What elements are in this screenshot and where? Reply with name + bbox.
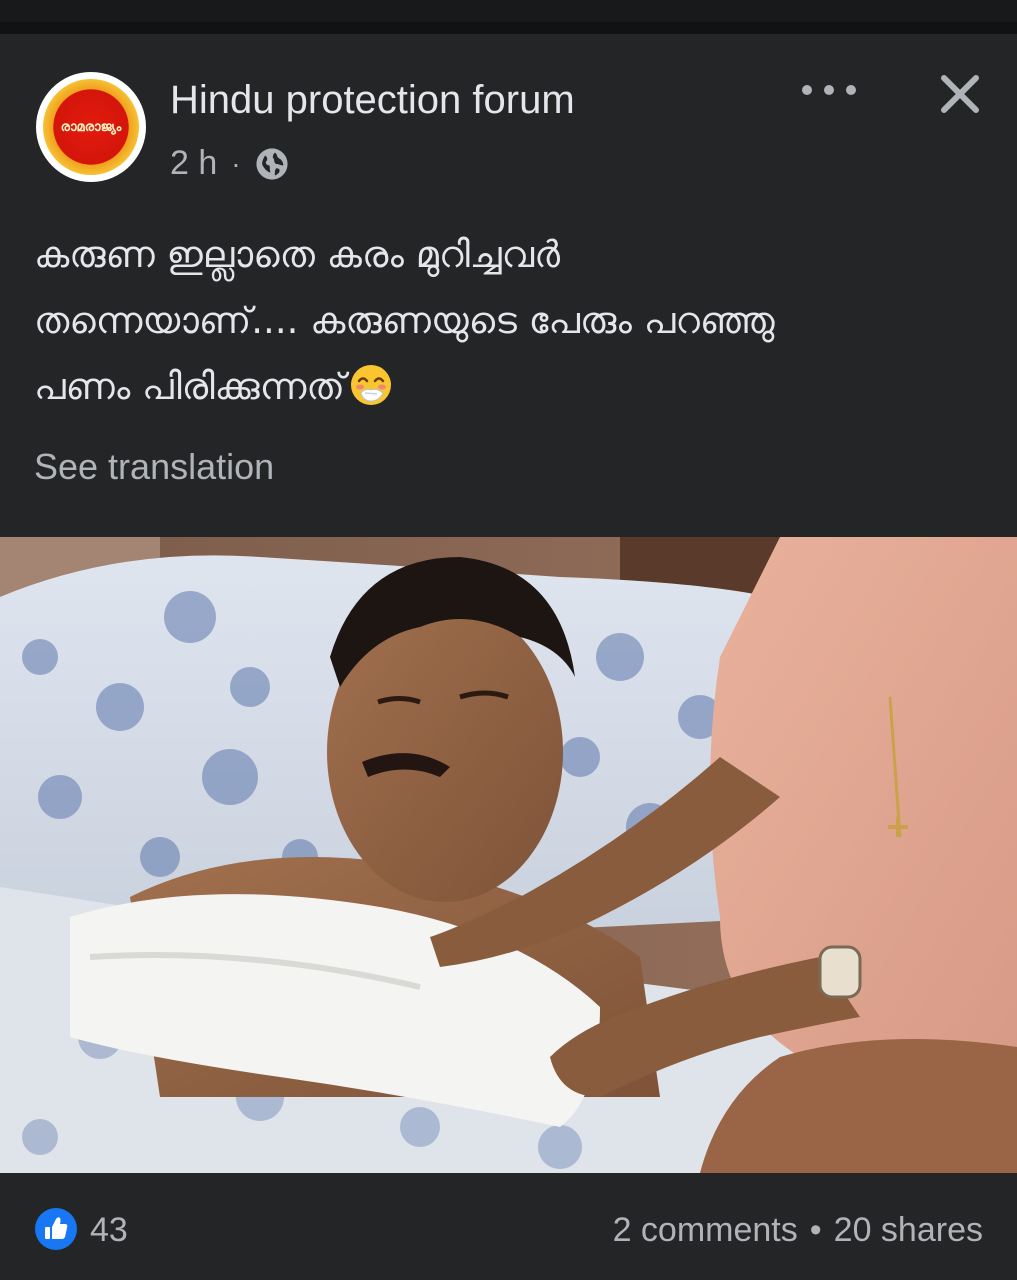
avatar-logo: രാമരാജ്യം: [43, 79, 139, 175]
page-avatar[interactable]: രാമരാജ്യം: [36, 72, 146, 182]
meta-separator: ·: [231, 147, 241, 179]
post-text-line: പണം പിരിക്കുന്നത്: [34, 354, 994, 420]
comments-count[interactable]: 2 comments: [613, 1211, 798, 1249]
shares-count[interactable]: 20 shares: [834, 1211, 983, 1249]
close-icon[interactable]: [936, 70, 984, 118]
like-count[interactable]: 43: [90, 1211, 128, 1250]
more-horizontal-icon[interactable]: [802, 78, 856, 102]
page-name-link[interactable]: Hindu protection forum: [170, 78, 575, 123]
post-text: കരുണ ഇല്ലാതെ കരം മുറിച്ചവർ തന്നെയാണ്....…: [34, 222, 994, 420]
post-footer: 43 2 comments • 20 shares: [0, 1173, 1017, 1280]
post-photo-image: [0, 537, 1017, 1173]
post-meta: 2 h ·: [170, 144, 289, 183]
like-icon[interactable]: [34, 1207, 78, 1251]
globe-icon: [256, 147, 288, 180]
feed-divider: [0, 22, 1017, 34]
post-timestamp[interactable]: 2 h: [170, 144, 217, 183]
post-text-line-content: പണം പിരിക്കുന്നത്: [34, 365, 345, 408]
stats-separator: •: [809, 1211, 822, 1249]
post-card: രാമരാജ്യം Hindu protection forum 2 h · ക…: [0, 34, 1017, 1280]
see-translation-link[interactable]: See translation: [34, 446, 274, 488]
post-text-line: കരുണ ഇല്ലാതെ കരം മുറിച്ചവർ: [34, 233, 560, 276]
face-with-hand-over-mouth-emoji: [350, 365, 391, 405]
top-strip: [0, 0, 1017, 22]
post-photo[interactable]: [0, 537, 1017, 1173]
post-text-line: തന്നെയാണ്.... കരുണയുടെ പേരും പറഞ്ഞു: [34, 299, 775, 342]
post-stats: 2 comments • 20 shares: [613, 1211, 983, 1250]
avatar-logo-text: രാമരാജ്യം: [60, 119, 122, 135]
